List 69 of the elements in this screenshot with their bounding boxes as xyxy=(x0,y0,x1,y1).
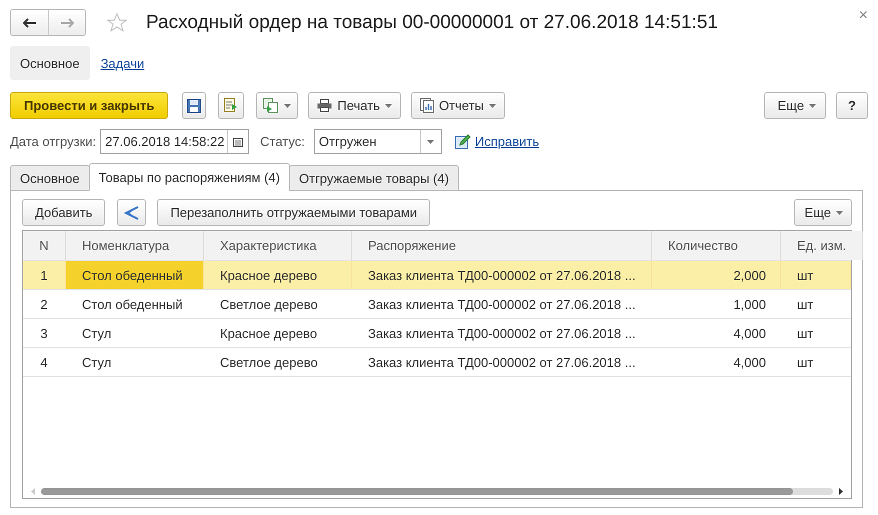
close-button[interactable]: × xyxy=(858,6,868,24)
section-tab[interactable]: Задачи xyxy=(100,46,144,80)
table-cell: 4,000 xyxy=(652,348,781,376)
table-cell: Заказ клиента ТД00-000002 от 27.06.2018 ... xyxy=(352,319,652,347)
caret-icon xyxy=(809,104,816,108)
table-more-button[interactable]: Еще xyxy=(794,199,852,226)
table-cell: Светлое дерево xyxy=(204,348,352,376)
column-header[interactable]: Ед. изм. xyxy=(781,231,864,260)
pencil-icon xyxy=(454,134,471,149)
report-chart-icon xyxy=(420,98,434,113)
table-cell: 1,000 xyxy=(652,290,781,318)
caret-icon xyxy=(284,104,292,108)
table-cell: шт xyxy=(781,290,851,318)
tab[interactable]: Отгружаемые товары (4) xyxy=(289,165,459,191)
caret-icon xyxy=(488,104,496,108)
calendar-icon xyxy=(233,136,244,146)
window-title: Расходный ордер на товары 00-00000001 от 27.06.2018 14:51:51 xyxy=(146,12,719,34)
save-button[interactable] xyxy=(182,92,206,119)
left-arrow-icon xyxy=(22,18,36,28)
caret-icon xyxy=(384,104,392,108)
caret-icon xyxy=(427,140,434,144)
refill-button[interactable]: Перезаполнить отгружаемыми товарами xyxy=(157,199,430,226)
column-header[interactable]: Количество xyxy=(652,231,781,260)
section-tab[interactable]: Основное xyxy=(10,46,90,80)
tab[interactable]: Основное xyxy=(10,165,90,191)
post-and-close-button[interactable]: Провести и закрыть xyxy=(10,92,168,119)
field-label: Дата отгрузки: xyxy=(10,134,96,149)
date-field[interactable]: 27.06.2018 14:58:22 xyxy=(100,129,250,154)
table-cell: 2,000 xyxy=(652,261,781,289)
field-label: Статус: xyxy=(260,134,305,149)
caret-icon xyxy=(836,210,843,214)
table-cell: Светлое дерево xyxy=(204,290,352,318)
column-header[interactable]: N xyxy=(23,231,66,260)
add-button[interactable]: Добавить xyxy=(22,199,106,226)
table-row[interactable]: 1 Стол обеденный Красное дерево Заказ клиента ТД00-000002 от 27.06.2018 ... 2,000 шт xyxy=(23,261,851,290)
table-cell: Красное дерево xyxy=(204,261,352,289)
table-cell: 4 xyxy=(23,348,66,376)
scroll-right-icon[interactable] xyxy=(839,488,843,494)
table-cell: шт xyxy=(781,261,851,289)
more-button[interactable]: Еще xyxy=(764,92,826,119)
table-cell: Красное дерево xyxy=(204,319,352,347)
table-cell: шт xyxy=(781,319,851,347)
table-cell: Заказ клиента ТД00-000002 от 27.06.2018 ... xyxy=(352,290,652,318)
table-cell: Стол обеденный xyxy=(66,261,204,289)
right-arrow-icon xyxy=(60,18,74,28)
table-cell: 4,000 xyxy=(652,319,781,347)
tab[interactable]: Товары по распоряжениям (4) xyxy=(88,163,290,191)
column-header[interactable]: Распоряжение xyxy=(352,231,652,260)
table-cell: Заказ клиента ТД00-000002 от 27.06.2018 ... xyxy=(352,261,652,289)
table-cell: Стол обеденный xyxy=(66,290,204,318)
status-select[interactable]: Отгружен xyxy=(314,129,442,154)
create-based-button[interactable] xyxy=(256,92,298,119)
printer-icon xyxy=(317,99,332,112)
column-header[interactable]: Номенклатура xyxy=(66,231,204,260)
documents-arrow-icon xyxy=(263,98,280,113)
reports-button[interactable]: Отчеты xyxy=(410,92,505,119)
table-cell: Стул xyxy=(66,348,204,376)
column-header[interactable]: Характеристика xyxy=(204,231,352,260)
table-cell: Заказ клиента ТД00-000002 от 27.06.2018 ... xyxy=(352,348,652,376)
table-cell: шт xyxy=(781,348,851,376)
post-button[interactable] xyxy=(218,92,244,119)
help-button[interactable]: ? xyxy=(836,92,868,119)
star-icon[interactable] xyxy=(106,12,128,34)
fill-button[interactable] xyxy=(117,199,146,226)
table-cell: Стул xyxy=(66,319,204,347)
fix-link[interactable]: Исправить xyxy=(474,134,540,149)
table-cell: 3 xyxy=(23,319,66,347)
print-button[interactable]: Печать xyxy=(308,92,401,119)
table-cell: 2 xyxy=(23,290,66,318)
